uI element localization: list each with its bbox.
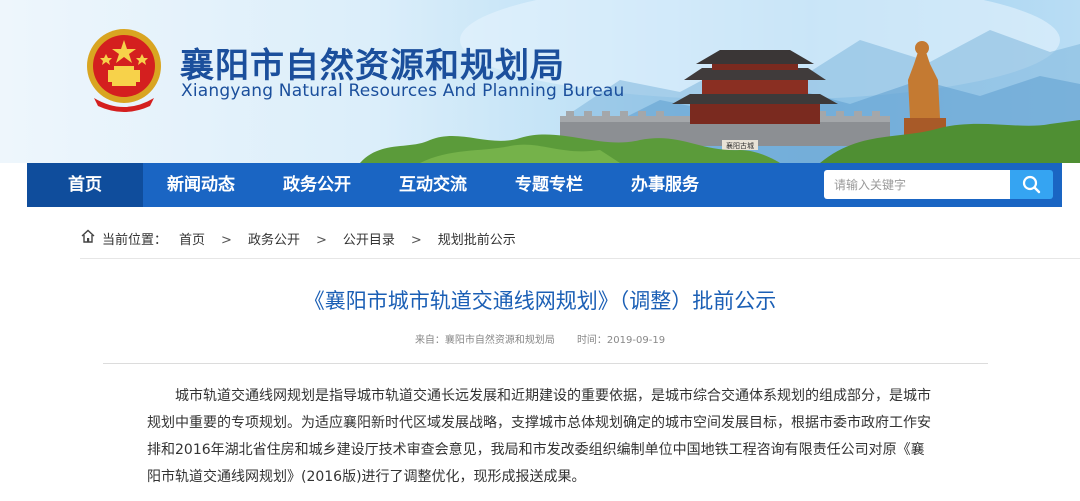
article-body: 城市轨道交通线网规划是指导城市轨道交通长远发展和近期建设的重要依据，是城市综合交…	[147, 383, 947, 491]
breadcrumb-separator: >	[221, 233, 232, 248]
paragraph-line: 排和2016年湖北省住房和城乡建设厅技术审查会意见，我局和市发改委组织编制单位中…	[147, 442, 925, 458]
main-nav: 首页 新闻动态 政务公开 互动交流 专题专栏 办事服务	[27, 163, 1062, 207]
home-icon	[80, 228, 96, 253]
nav-item-home[interactable]: 首页	[27, 163, 143, 207]
paragraph-line: 阳市轨道交通线网规划》(2016版)进行了调整优化，现形成报送成果。	[147, 469, 586, 485]
nav-item-news[interactable]: 新闻动态	[143, 163, 259, 207]
search-box	[824, 170, 1010, 199]
gate-plaque: 襄阳古城	[726, 141, 754, 150]
article-title: 《襄阳市城市轨道交通线网规划》（调整）批前公示	[303, 289, 777, 313]
article-divider	[103, 363, 988, 364]
paragraph-line: 城市轨道交通线网规划是指导城市轨道交通长远发展和近期建设的重要依据，是城市综合交…	[175, 388, 931, 404]
nav-item-gov-affairs[interactable]: 政务公开	[259, 163, 375, 207]
breadcrumb-separator: >	[315, 233, 327, 248]
search-input[interactable]	[824, 170, 1004, 199]
breadcrumb-separator: >	[410, 233, 422, 248]
header-banner: 襄阳古城 襄阳市自然资源和规划局 Xiangyang Natural Resou…	[0, 0, 1080, 163]
breadcrumb-item-gov-affairs[interactable]: 政务公开	[248, 229, 300, 253]
emblem-icon	[87, 29, 161, 112]
paragraph-line: 规划中重要的专项规划。为适应襄阳新时代区域发展战略，支撑城市总体规划确定的城市空…	[147, 415, 931, 431]
breadcrumb-prefix: 当前位置：	[102, 233, 168, 248]
search-icon	[1022, 175, 1041, 194]
breadcrumb-divider	[80, 258, 1080, 259]
site-subtitle: Xiangyang Natural Resources And Planning…	[181, 81, 625, 101]
breadcrumb-item-home[interactable]: 首页	[179, 229, 205, 253]
article-meta: 来自：襄阳市自然资源和规划局 时间：2019-09-19	[0, 331, 1080, 346]
search-button[interactable]	[1010, 170, 1053, 199]
breadcrumb-item-catalog[interactable]: 公开目录	[343, 229, 395, 253]
site-title: 襄阳市自然资源和规划局	[180, 46, 565, 86]
nav-item-topics[interactable]: 专题专栏	[491, 163, 607, 207]
nav-item-interaction[interactable]: 互动交流	[375, 163, 491, 207]
nav-item-services[interactable]: 办事服务	[607, 163, 723, 207]
article-time: 时间：2019-09-19	[576, 335, 666, 346]
breadcrumb-item-current[interactable]: 规划批前公示	[438, 229, 516, 253]
article-source: 来自：襄阳市自然资源和规划局	[414, 335, 555, 346]
breadcrumb: 当前位置： 首页 > 政务公开 > 公开目录 > 规划批前公示	[80, 228, 516, 252]
